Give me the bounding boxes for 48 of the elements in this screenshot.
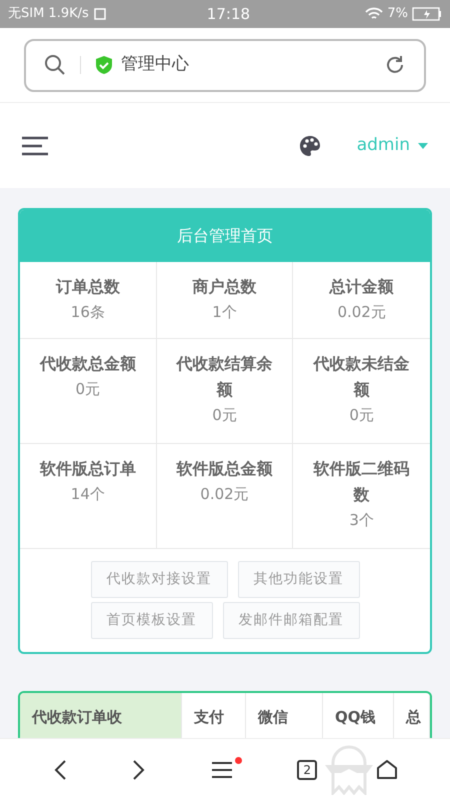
forward-icon[interactable]: [132, 758, 146, 780]
shield-check-icon: [95, 55, 113, 75]
settings-button[interactable]: 其他功能设置: [238, 561, 360, 598]
clock-text: 17:18: [206, 4, 250, 25]
stat-label: 软件版总金额: [176, 458, 272, 480]
stat-label: 订单总数: [56, 276, 120, 298]
home-icon[interactable]: [377, 760, 398, 780]
stat-value: 0.02元: [200, 484, 249, 505]
stat-value: 3个: [349, 510, 374, 531]
stat-value: 0.02元: [337, 302, 386, 323]
refresh-icon[interactable]: [384, 54, 406, 76]
stat-value: 0元: [212, 405, 237, 426]
stat-value: 0元: [76, 379, 100, 400]
stat-label: 代收款结算余额: [175, 353, 274, 401]
column-heading: 代收款订单收: [32, 708, 122, 726]
stat-value: 1个: [212, 302, 237, 323]
settings-button[interactable]: 代收款对接设置: [90, 561, 228, 598]
back-icon[interactable]: [52, 758, 67, 780]
battery-icon: [412, 7, 442, 21]
sim-icon: [92, 7, 107, 21]
carrier-text: 无SIM 1.9K/s: [8, 5, 89, 24]
search-icon[interactable]: [44, 54, 66, 76]
stat-label: 商户总数: [192, 276, 256, 298]
stat-label: 代收款未结金额: [312, 353, 411, 401]
column-heading: 总: [406, 708, 421, 726]
stat-label: 总计金额: [330, 276, 394, 298]
column-heading: QQ钱: [335, 708, 376, 726]
page-title: 管理中心: [121, 53, 189, 76]
wifi-icon: [365, 7, 384, 21]
stat-label: 软件版总订单: [40, 458, 136, 480]
column-heading: 支付: [194, 708, 224, 726]
palette-icon[interactable]: [298, 134, 321, 156]
user-menu[interactable]: admin: [356, 132, 428, 158]
settings-button[interactable]: 发邮件邮箱配置: [222, 602, 360, 639]
menu-icon[interactable]: [212, 760, 232, 778]
stat-value: 14个: [70, 484, 105, 505]
battery-text: 7%: [387, 5, 408, 24]
settings-button[interactable]: 首页模板设置: [90, 602, 212, 639]
stat-label: 代收款总金额: [40, 353, 136, 375]
caret-icon: [418, 142, 428, 148]
stat-value: 16条: [70, 302, 105, 323]
tabs-count[interactable]: 2: [297, 760, 318, 780]
address-bar[interactable]: 管理中心: [24, 38, 426, 92]
card-title: 后台管理首页: [20, 210, 430, 262]
column-heading: 微信: [258, 708, 288, 726]
stat-label: 软件版二维码数: [312, 458, 411, 506]
stat-value: 0元: [349, 405, 374, 426]
menu-icon[interactable]: [22, 136, 48, 156]
